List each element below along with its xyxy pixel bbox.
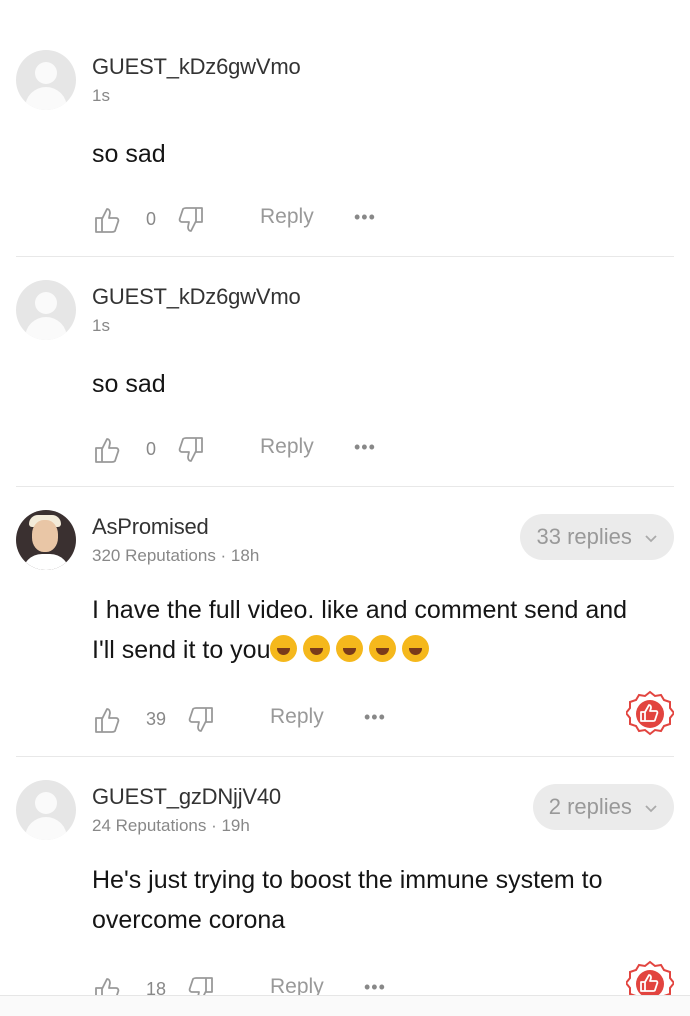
comment-text: so sad — [92, 370, 166, 398]
username[interactable]: GUEST_gzDNjjV40 — [92, 784, 281, 810]
thumbs-up-badge-icon — [626, 690, 674, 736]
comment-item: GUEST_kDz6gwVmo 1s so sad 0 Reply ••• — [0, 50, 690, 256]
like-count: 39 — [146, 709, 167, 729]
thumbs-up-icon[interactable] — [92, 205, 122, 235]
default-avatar[interactable] — [16, 780, 76, 840]
bottom-input-bar[interactable] — [0, 995, 690, 1016]
user-photo-avatar[interactable] — [16, 510, 76, 570]
chevron-down-icon — [645, 805, 657, 813]
truncated-top-text — [340, 0, 500, 4]
thumbs-down-icon[interactable] — [176, 435, 206, 465]
comment-text-line-1: I have the full video. like and comment … — [92, 596, 628, 624]
comments-page: GUEST_kDz6gwVmo 1s so sad 0 Reply ••• GU… — [0, 0, 690, 1016]
reputation-and-time: 24 Reputations · 19h — [92, 816, 250, 835]
rolling-on-floor-laughing-emoji — [336, 635, 364, 662]
comment-text: He's just trying to boost the immune sys… — [92, 860, 672, 940]
rolling-on-floor-laughing-emoji — [369, 635, 397, 662]
default-avatar[interactable] — [16, 50, 76, 110]
more-options-button[interactable]: ••• — [364, 707, 386, 728]
comment-text: so sad — [92, 140, 166, 168]
more-options-button[interactable]: ••• — [354, 207, 376, 228]
replies-count: 33 replies — [536, 524, 632, 549]
divider — [16, 256, 674, 257]
default-avatar[interactable] — [16, 280, 76, 340]
username[interactable]: GUEST_kDz6gwVmo — [92, 54, 301, 80]
thumbs-up-icon[interactable] — [92, 705, 122, 735]
reputation-and-time: 320 Reputations · 18h — [92, 546, 260, 565]
comment-text-line-1: He's just trying to boost the immune sys… — [92, 866, 603, 894]
thumbs-down-icon[interactable] — [186, 705, 216, 735]
rolling-on-floor-laughing-emoji — [402, 635, 430, 662]
comment-text-line-2: overcome corona — [92, 906, 286, 934]
thumbs-up-icon[interactable] — [92, 435, 122, 465]
comment-text-line-2-text: I'll send it to you — [92, 636, 271, 664]
username[interactable]: GUEST_kDz6gwVmo — [92, 284, 301, 310]
comment-item: GUEST_gzDNjjV40 24 Reputations · 19h 2 r… — [0, 780, 690, 1016]
rolling-on-floor-laughing-emoji — [270, 635, 298, 662]
reply-button[interactable]: Reply — [260, 435, 314, 459]
like-count: 0 — [146, 439, 157, 459]
replies-toggle-button[interactable]: 33 replies — [520, 514, 674, 560]
comment-text: I have the full video. like and comment … — [92, 590, 672, 670]
reply-button[interactable]: Reply — [270, 705, 324, 729]
divider — [16, 756, 674, 757]
replies-toggle-button[interactable]: 2 replies — [532, 784, 674, 830]
divider — [16, 486, 674, 487]
replies-count: 2 replies — [548, 794, 632, 819]
comment-text-line-2: I'll send it to you — [92, 630, 672, 670]
like-count: 0 — [146, 209, 157, 229]
username[interactable]: AsPromised — [92, 514, 209, 540]
comment-item: GUEST_kDz6gwVmo 1s so sad 0 Reply ••• — [0, 280, 690, 486]
thumbs-down-icon[interactable] — [176, 205, 206, 235]
comment-item: AsPromised 320 Reputations · 18h 33 repl… — [0, 510, 690, 756]
rolling-on-floor-laughing-emoji — [303, 635, 331, 662]
more-options-button[interactable]: ••• — [354, 437, 376, 458]
timestamp: 1s — [92, 316, 110, 335]
timestamp: 1s — [92, 86, 110, 105]
chevron-down-icon — [645, 535, 657, 543]
reply-button[interactable]: Reply — [260, 205, 314, 229]
